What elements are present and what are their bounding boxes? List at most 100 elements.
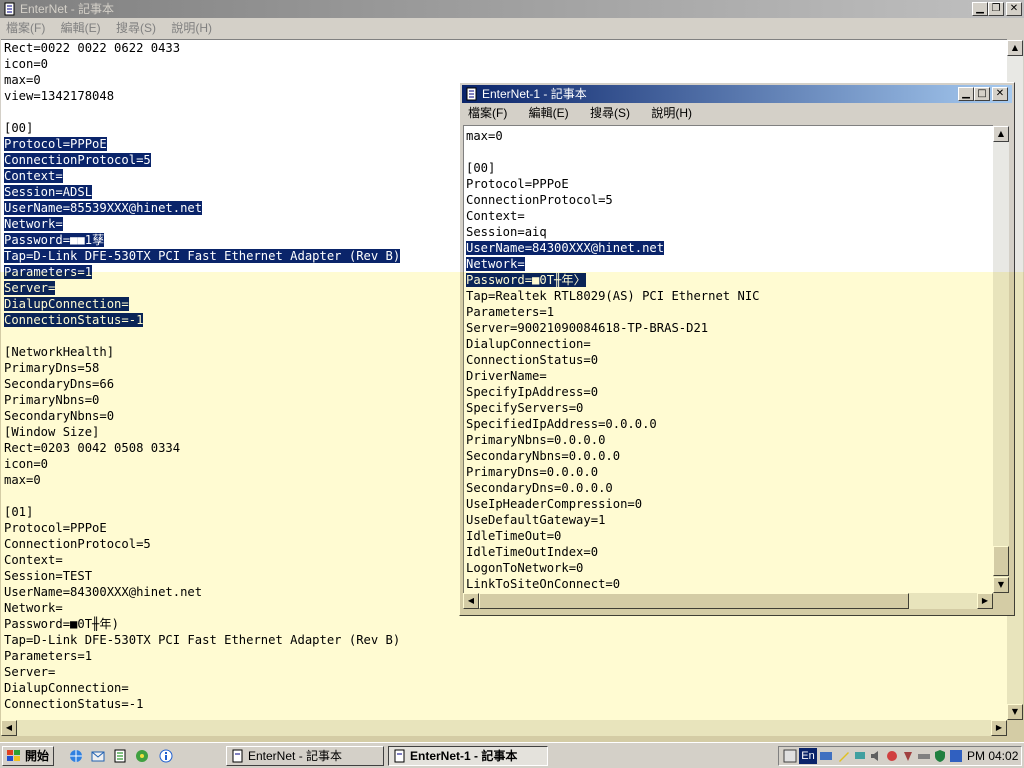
taskbar: 開始 EnterNet - 記事本 EnterNet-1 - 記事本 En PM… [0,742,1024,768]
line-text: SecondaryNbns=0 [4,409,115,423]
notepad-quick-icon[interactable] [112,748,128,764]
text-line: Password=■0T╫年〉 [466,272,993,288]
restore-button[interactable]: ❐ [988,2,1004,16]
scroll-down-button[interactable]: ▼ [1007,704,1023,720]
line-text: [NetworkHealth] [4,345,115,359]
text-line: ConnectionStatus=-1 [4,696,1007,712]
pen-icon[interactable] [837,749,851,763]
line-text: Parameters=1 [4,649,93,663]
notepad-icon [232,749,243,763]
start-button[interactable]: 開始 [2,746,54,766]
menu-help[interactable]: 說明(H) [639,104,698,123]
scroll-thumb[interactable] [479,593,909,609]
text-line: Tap=D-Link DFE-530TX PCI Fast Ethernet A… [4,632,1007,648]
info-icon[interactable] [158,748,174,764]
keyboard-icon[interactable] [819,749,833,763]
language-indicator[interactable]: En [799,748,817,764]
text-line: Parameters=1 [4,648,1007,664]
line-text: view=1342178048 [4,89,115,103]
close-button[interactable]: ✕ [1006,2,1022,16]
scroll-down-button[interactable]: ▼ [993,577,1009,593]
menu-search[interactable]: 搜尋(S) [110,19,162,38]
text-line: IdleTimeOut=0 [466,528,993,544]
text-line: PrimaryDns=0.0.0.0 [466,464,993,480]
selected-text: Network= [466,257,525,271]
horizontal-scrollbar[interactable]: ◀ ▶ [463,593,993,609]
selected-text: Protocol=PPPoE [4,137,107,151]
line-text: PrimaryNbns=0 [4,393,100,407]
notepad-icon [466,87,477,101]
selected-text: Network= [4,217,63,231]
line-text: Server= [4,665,56,679]
menu-file[interactable]: 檔案(F) [462,104,513,123]
vertical-scrollbar[interactable]: ▲ ▼ [993,126,1009,593]
hinet-icon[interactable] [949,749,963,763]
line-text: UserName=84300XXX@hinet.net [4,585,203,599]
scroll-right-button[interactable]: ▶ [991,720,1007,736]
selected-text: Password=■0T╫年〉 [466,273,586,287]
text-line: SpecifiedIpAddress=0.0.0.0 [466,416,993,432]
size-grip[interactable] [993,593,1009,609]
text-editor[interactable]: max=0 [00] Protocol=PPPoE ConnectionProtoco… [463,125,993,593]
line-text: Password=■0T╫年) [4,617,119,631]
task-label: EnterNet-1 - 記事本 [410,749,518,763]
line-text: Session=aiq [466,225,547,239]
line-text: SecondaryDns=0.0.0.0 [466,481,613,495]
line-text: SpecifyServers=0 [466,401,584,415]
shield-icon[interactable] [933,749,947,763]
text-line: Protocol=PPPoE [466,176,993,192]
drive-icon[interactable] [917,749,931,763]
menu-edit[interactable]: 編輯(E) [55,19,107,38]
line-text: max=0 [4,73,41,87]
selected-text: Server= [4,281,56,295]
ime-icon[interactable] [783,749,797,763]
notepad-icon [4,2,15,16]
minimize-button[interactable]: ▁ [958,87,974,101]
maximize-button[interactable]: □ [974,87,990,101]
text-line: UseDefaultGateway=1 [466,512,993,528]
scroll-left-button[interactable]: ◀ [1,720,17,736]
text-line: UserName=84300XXX@hinet.net [466,240,993,256]
taskbar-item-enternet-1[interactable]: EnterNet-1 - 記事本 [388,746,548,766]
menu-bar: 檔案(F) 編輯(E) 搜尋(S) 說明(H) [0,19,1024,38]
selected-text: UserName=84300XXX@hinet.net [466,241,665,255]
line-text: SpecifiedIpAddress=0.0.0.0 [466,417,657,431]
tool-icon[interactable] [885,749,899,763]
close-button[interactable]: ✕ [992,87,1008,101]
text-line: Server=90021090084618-TP-BRAS-D21 [466,320,993,336]
scroll-left-button[interactable]: ◀ [463,593,479,609]
scroll-thumb[interactable] [993,546,1009,576]
horizontal-scrollbar[interactable]: ◀ ▶ [1,720,1007,736]
title-bar[interactable]: EnterNet - 記事本 ▁ ❐ ✕ [0,0,1024,18]
menu-search[interactable]: 搜尋(S) [578,104,636,123]
line-text: icon=0 [4,457,49,471]
outlook-icon[interactable] [90,748,106,764]
title-bar[interactable]: EnterNet-1 - 記事本 ▁ □ ✕ [462,85,1012,103]
text-line: Parameters=1 [466,304,993,320]
text-line: UseIpHeaderCompression=0 [466,496,993,512]
menu-edit[interactable]: 編輯(E) [517,104,575,123]
browser-icon[interactable] [68,748,84,764]
tools-icon[interactable] [134,748,150,764]
minimize-button[interactable]: ▁ [972,2,988,16]
taskbar-item-enternet[interactable]: EnterNet - 記事本 [226,746,384,766]
line-text: Parameters=1 [466,305,555,319]
menu-file[interactable]: 檔案(F) [0,19,51,38]
scroll-right-button[interactable]: ▶ [977,593,993,609]
line-text: Context= [466,209,525,223]
antivirus-icon[interactable] [901,749,915,763]
text-line: [00] [466,160,993,176]
selected-text: UserName=85539XXX@hinet.net [4,201,203,215]
volume-icon[interactable] [869,749,883,763]
text-line: Tap=Realtek RTL8029(AS) PCI Ethernet NIC [466,288,993,304]
scroll-up-button[interactable]: ▲ [993,126,1009,142]
menu-help[interactable]: 說明(H) [165,19,218,38]
menu-bar: 檔案(F) 編輯(E) 搜尋(S) 說明(H) [462,104,1014,123]
scroll-up-button[interactable]: ▲ [1007,40,1023,56]
network-icon[interactable] [853,749,867,763]
quick-launch [60,746,180,766]
notepad-window-enternet-1: EnterNet-1 - 記事本 ▁ □ ✕ 檔案(F) 編輯(E) 搜尋(S)… [459,82,1015,616]
text-line: icon=0 [4,56,1007,72]
selected-text: ConnectionProtocol=5 [4,153,151,167]
line-text: ConnectionProtocol=5 [4,537,151,551]
